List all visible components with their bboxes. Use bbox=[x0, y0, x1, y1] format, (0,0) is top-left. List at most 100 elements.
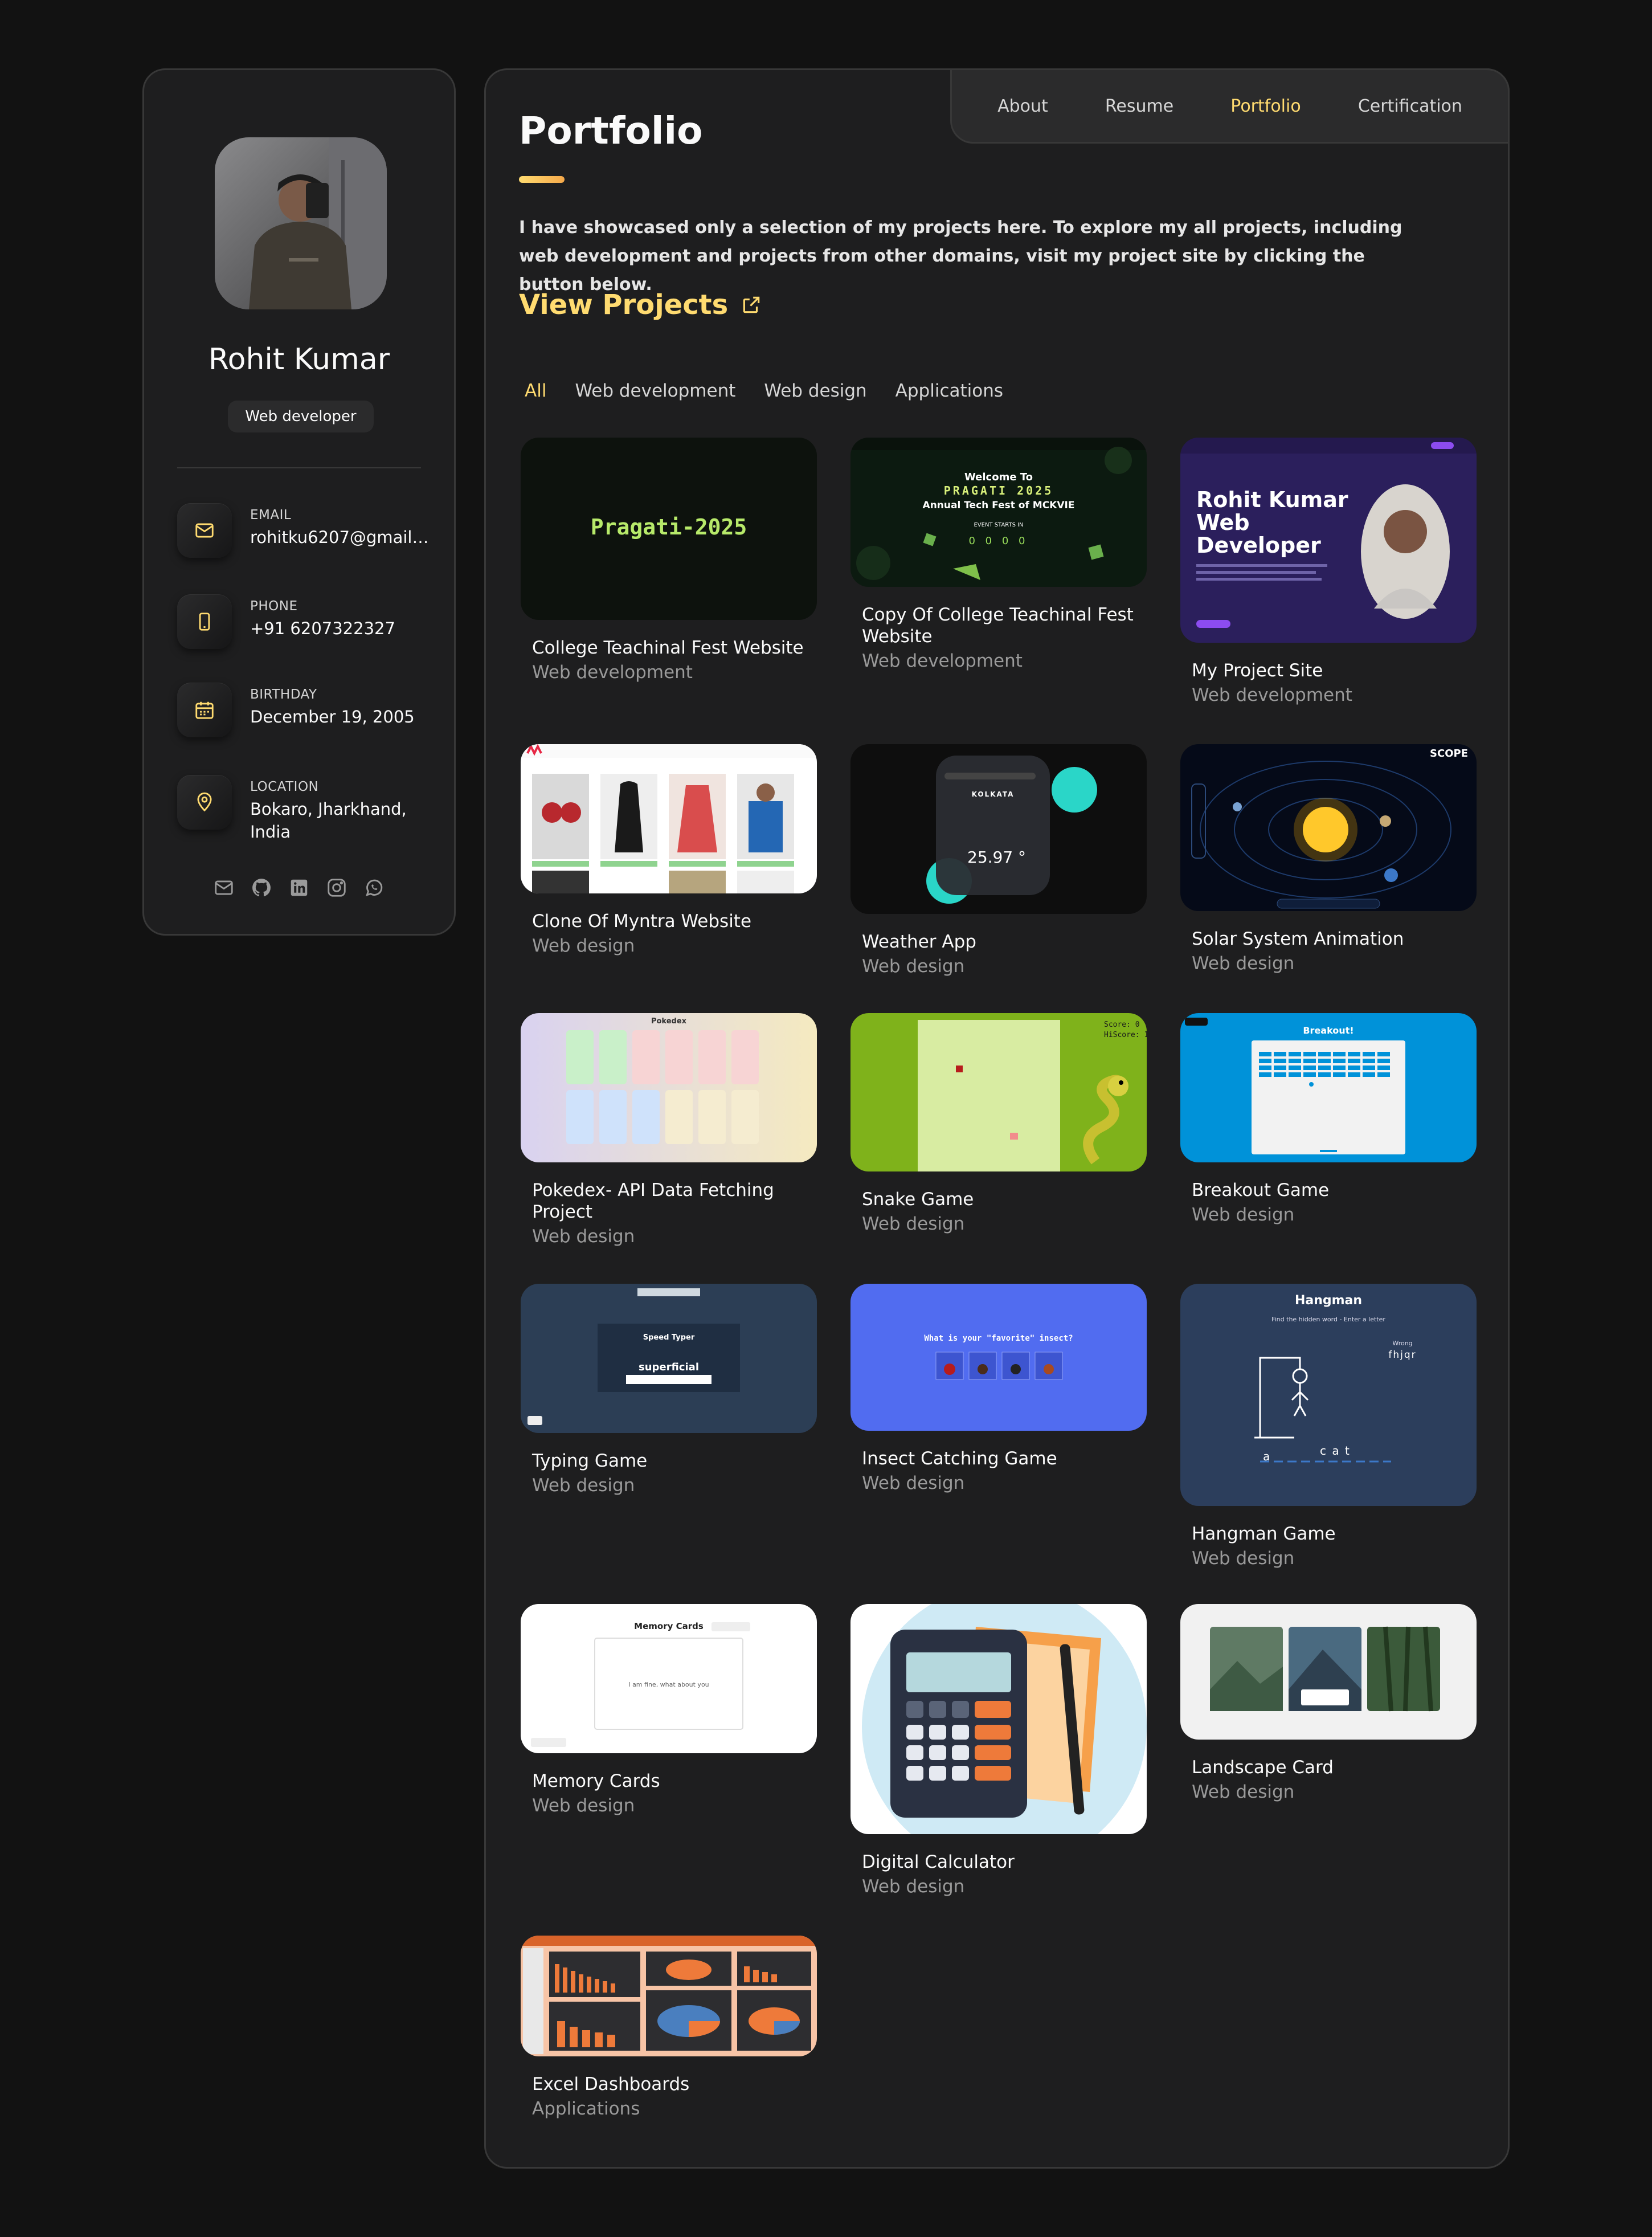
external-link-icon bbox=[743, 296, 760, 313]
project-title: My Project Site bbox=[1192, 660, 1323, 681]
project-card[interactable]: Digital Calculator Web design bbox=[850, 1604, 1147, 1898]
thumb-text: I am fine, what about you bbox=[628, 1681, 709, 1688]
project-category: Web design bbox=[532, 1795, 635, 1816]
view-projects-label: View Projects bbox=[519, 289, 729, 321]
project-title: Landscape Card bbox=[1192, 1757, 1334, 1778]
project-title: Typing Game bbox=[532, 1451, 648, 1471]
filter-web-development[interactable]: Web development bbox=[575, 381, 735, 401]
project-card[interactable]: KOLKATA 25.97 ° Weather App Web design bbox=[850, 744, 1147, 978]
project-category: Applications bbox=[532, 2099, 640, 2119]
project-card[interactable]: Speed Typer superficial Typing Game Web … bbox=[521, 1284, 817, 1497]
project-category: Web design bbox=[1192, 953, 1295, 974]
contact-title: EMAIL bbox=[250, 508, 292, 522]
project-card[interactable]: Breakout! Breakout Game Web design bbox=[1180, 1013, 1477, 1226]
thumb-text: c a t bbox=[1320, 1444, 1351, 1458]
project-title: Snake Game bbox=[862, 1189, 974, 1210]
project-category: Web design bbox=[862, 1473, 965, 1493]
project-category: Web design bbox=[532, 1475, 635, 1496]
location-value: Bokaro, Jharkhand, India bbox=[250, 799, 407, 842]
linkedin-icon[interactable] bbox=[288, 877, 310, 899]
filter-applications[interactable]: Applications bbox=[895, 381, 1003, 401]
project-card[interactable]: Score: 0 HiScore: 1 Snake Game Web desig… bbox=[850, 1013, 1147, 1235]
thumb-text: Score: 0 bbox=[1104, 1020, 1140, 1029]
thumb-text: 0 0 0 0 bbox=[969, 535, 1029, 547]
project-thumbnail: Pragati-2025 bbox=[521, 438, 817, 620]
project-title: Excel Dashboards bbox=[532, 2074, 690, 2095]
project-thumbnail bbox=[521, 744, 817, 893]
project-thumbnail bbox=[850, 1604, 1147, 1834]
thumb-text: Annual Tech Fest of MCKVIE bbox=[923, 500, 1075, 511]
nav-resume[interactable]: Resume bbox=[1105, 96, 1173, 116]
project-thumbnail: What is your "favorite" insect? bbox=[850, 1284, 1147, 1431]
view-projects-link[interactable]: View Projects bbox=[519, 289, 762, 321]
project-card[interactable]: What is your "favorite" insect? Insect C… bbox=[850, 1284, 1147, 1495]
project-thumbnail: Pokedex bbox=[521, 1013, 817, 1162]
whatsapp-icon[interactable] bbox=[363, 877, 385, 899]
instagram-icon[interactable] bbox=[326, 877, 347, 899]
project-thumbnail: Rohit Kumar Web Developer bbox=[1180, 438, 1477, 643]
title-underline bbox=[519, 176, 565, 183]
project-card[interactable]: Excel Dashboards Applications bbox=[521, 1936, 817, 2120]
sidebar-divider bbox=[177, 467, 421, 468]
thumb-text: 25.97 ° bbox=[967, 848, 1026, 867]
project-thumbnail: Breakout! bbox=[1180, 1013, 1477, 1162]
mail-icon[interactable] bbox=[213, 877, 235, 899]
project-category: Web design bbox=[1192, 1205, 1295, 1225]
thumb-text: Web bbox=[1196, 510, 1250, 535]
project-category: Web design bbox=[1192, 1548, 1295, 1569]
project-card[interactable]: Memory Cards I am fine, what about you M… bbox=[521, 1604, 817, 1817]
project-card[interactable]: Landscape Card Web design bbox=[1180, 1604, 1477, 1803]
project-category: Web development bbox=[862, 651, 1023, 671]
thumb-text: What is your "favorite" insect? bbox=[924, 1334, 1073, 1343]
avatar bbox=[215, 137, 387, 309]
project-thumbnail bbox=[521, 1936, 817, 2056]
project-card[interactable]: Pragati-2025 College Teachinal Fest Webs… bbox=[521, 438, 817, 684]
mail-icon bbox=[177, 503, 232, 558]
thumb-text: superficial bbox=[639, 1361, 699, 1373]
thumb-text: fhjqr bbox=[1388, 1349, 1416, 1361]
thumb-text: Find the hidden word - Enter a letter bbox=[1271, 1316, 1385, 1323]
project-category: Web design bbox=[862, 956, 965, 977]
project-thumbnail: KOLKATA 25.97 ° bbox=[850, 744, 1147, 914]
project-title: Pokedex- API Data Fetching Project bbox=[532, 1180, 774, 1222]
location-icon bbox=[177, 775, 232, 830]
thumb-text: Breakout! bbox=[1303, 1025, 1354, 1036]
contact-title: BIRTHDAY bbox=[250, 687, 317, 702]
thumb-text: SCOPE bbox=[1430, 748, 1468, 760]
thumb-text: Memory Cards bbox=[634, 1621, 704, 1631]
project-category: Web design bbox=[532, 936, 635, 956]
thumb-text: HiScore: 1 bbox=[1104, 1031, 1147, 1039]
project-title: Hangman Game bbox=[1192, 1524, 1336, 1544]
portfolio-intro: I have showcased only a selection of my … bbox=[519, 218, 1402, 295]
calendar-icon bbox=[177, 683, 232, 737]
project-card[interactable]: Welcome To PRAGATI 2025 Annual Tech Fest… bbox=[850, 438, 1147, 672]
nav-certification[interactable]: Certification bbox=[1358, 96, 1462, 116]
project-title: Memory Cards bbox=[532, 1771, 660, 1791]
phone-link[interactable]: +91 6207322327 bbox=[250, 617, 432, 640]
project-category: Web development bbox=[1192, 685, 1352, 705]
project-card[interactable]: Rohit Kumar Web Developer My Project Sit… bbox=[1180, 438, 1477, 707]
filter-all[interactable]: All bbox=[525, 381, 546, 401]
thumb-text: Speed Typer bbox=[643, 1333, 695, 1342]
project-category: Web design bbox=[1192, 1782, 1295, 1802]
filter-web-design[interactable]: Web design bbox=[764, 381, 866, 401]
main-panel: About Resume Portfolio Certification Por… bbox=[484, 68, 1510, 2169]
contact-title: PHONE bbox=[250, 599, 298, 614]
project-card[interactable]: Pokedex Pokedex- API Data Fetching Proje… bbox=[521, 1013, 817, 1248]
project-title: Solar System Animation bbox=[1192, 929, 1404, 949]
thumb-text: Developer bbox=[1196, 533, 1321, 558]
project-thumbnail: Memory Cards I am fine, what about you bbox=[521, 1604, 817, 1753]
project-category: Web design bbox=[532, 1226, 635, 1247]
project-card[interactable]: Hangman Find the hidden word - Enter a l… bbox=[1180, 1284, 1477, 1570]
project-title: Copy Of College Teachinal Fest Website bbox=[862, 605, 1134, 647]
project-card[interactable]: SCOPE Solar System Animation Web design bbox=[1180, 744, 1477, 975]
social-links bbox=[144, 877, 454, 899]
project-card[interactable]: Clone Of Myntra Website Web design bbox=[521, 744, 817, 957]
nav-about[interactable]: About bbox=[997, 96, 1048, 116]
nav-portfolio[interactable]: Portfolio bbox=[1230, 96, 1301, 116]
email-link[interactable]: rohitku6207@gmail… bbox=[250, 526, 432, 549]
thumb-text: PRAGATI 2025 bbox=[944, 484, 1054, 497]
github-icon[interactable] bbox=[251, 877, 272, 899]
profile-name: Rohit Kumar bbox=[208, 342, 390, 377]
profile-role-badge: Web developer bbox=[228, 401, 374, 432]
